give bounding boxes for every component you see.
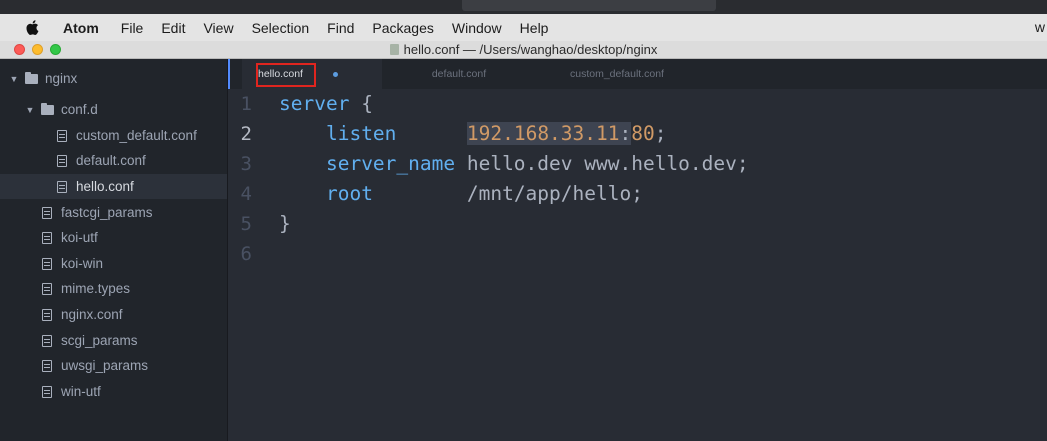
- file-text-icon: [55, 180, 69, 194]
- file-text-icon: [40, 282, 54, 296]
- tab-custom-default-conf[interactable]: custom_default.conf: [534, 59, 700, 89]
- tree-item-label: conf.d: [61, 102, 98, 117]
- code-value: /mnt/app/hello;: [372, 182, 643, 205]
- file-icon: [389, 44, 399, 55]
- file-text-icon: [55, 129, 69, 143]
- menu-view[interactable]: View: [194, 20, 242, 36]
- line-number: 6: [240, 243, 252, 265]
- tree-file-hello-conf[interactable]: hello.conf: [0, 174, 227, 199]
- tab-default-conf[interactable]: default.conf: [384, 59, 534, 89]
- window-title-bar: hello.conf — /Users/wanghao/desktop/ngin…: [0, 41, 1047, 59]
- menu-file[interactable]: File: [112, 20, 153, 36]
- folder-icon: [40, 102, 54, 117]
- top-strip-field: [462, 0, 716, 11]
- tree-item-label: nginx.conf: [61, 307, 123, 322]
- tree-item-label: koi-utf: [61, 230, 98, 245]
- tree-file-koi-utf[interactable]: koi-utf: [0, 225, 227, 250]
- menu-edit[interactable]: Edit: [152, 20, 194, 36]
- folder-icon: [24, 71, 38, 86]
- tree-file-nginx-conf[interactable]: nginx.conf: [0, 302, 227, 327]
- tab-bar-marker: [228, 59, 230, 89]
- file-text-icon: [55, 154, 69, 168]
- tab-label: default.conf: [431, 68, 487, 80]
- line-number-current: 2: [240, 123, 252, 145]
- menu-selection[interactable]: Selection: [243, 20, 319, 36]
- tab-label: custom_default.conf: [570, 68, 664, 80]
- menu-help[interactable]: Help: [511, 20, 558, 36]
- window-title-text: hello.conf — /Users/wanghao/desktop/ngin…: [403, 42, 658, 57]
- menu-packages[interactable]: Packages: [363, 20, 442, 36]
- file-text-icon: [40, 334, 54, 348]
- tree-item-label: koi-win: [61, 256, 104, 271]
- tree-item-label: fastcgi_params: [61, 205, 153, 220]
- code-line-3[interactable]: server_name hello.dev www.hello.dev;: [279, 149, 749, 179]
- file-text-icon: [40, 231, 54, 245]
- code-colon: :: [619, 122, 632, 145]
- tree-item-label: scgi_params: [61, 333, 138, 348]
- menubar-right-text[interactable]: w: [1035, 14, 1047, 41]
- tree-folder-nginx[interactable]: ▼ nginx: [0, 66, 227, 91]
- menu-bar: Atom File Edit View Selection Find Packa…: [0, 14, 1047, 41]
- file-text-icon: [40, 308, 54, 322]
- tree-item-label: nginx: [45, 71, 78, 86]
- code-line-1[interactable]: server {: [279, 89, 373, 119]
- tree-item-label: mime.types: [61, 281, 131, 296]
- tree-file-win-utf[interactable]: win-utf: [0, 379, 227, 404]
- file-text-icon: [40, 257, 54, 271]
- code-text: {: [349, 92, 373, 115]
- code-line-5[interactable]: }: [279, 209, 291, 239]
- menu-window[interactable]: Window: [443, 20, 511, 36]
- code-line-2[interactable]: listen 192.168.33.11:80;: [279, 119, 666, 149]
- file-text-icon: [40, 206, 54, 220]
- code-semicolon: ;: [654, 122, 667, 145]
- apple-icon[interactable]: [24, 20, 40, 35]
- line-number: 3: [240, 153, 252, 175]
- code-line-4[interactable]: root /mnt/app/hello;: [279, 179, 643, 209]
- code-keyword: root: [325, 182, 373, 205]
- tab-bar: hello.conf default.conf custom_default.c…: [228, 59, 1047, 89]
- top-strip: [0, 0, 1047, 14]
- tree-item-label: custom_default.conf: [76, 128, 197, 143]
- code-padding: [396, 122, 466, 145]
- file-text-icon: [40, 359, 54, 373]
- tree-file-custom-default-conf[interactable]: custom_default.conf: [0, 123, 227, 148]
- code-keyword: server: [279, 92, 350, 115]
- tree-item-label: hello.conf: [76, 179, 134, 194]
- code-keyword: listen: [325, 122, 397, 145]
- chevron-down-icon[interactable]: ▼: [25, 105, 35, 115]
- tree-file-fastcgi-params[interactable]: fastcgi_params: [0, 200, 227, 225]
- modified-dot-icon[interactable]: [333, 72, 338, 77]
- tree-view: ▼ nginx ▼ conf.d custom_default.conf def…: [0, 59, 228, 441]
- tree-file-uwsgi-params[interactable]: uwsgi_params: [0, 353, 227, 378]
- code-value: hello.dev www.hello.dev;: [455, 152, 749, 175]
- chevron-down-icon[interactable]: ▼: [9, 74, 19, 84]
- editor-pane: hello.conf default.conf custom_default.c…: [228, 59, 1047, 441]
- code-port: 80: [631, 122, 655, 145]
- tree-item-label: win-utf: [61, 384, 101, 399]
- tree-folder-conf-d[interactable]: ▼ conf.d: [0, 97, 227, 122]
- code-ip-address: 192.168.33.11: [466, 122, 620, 145]
- tree-file-koi-win[interactable]: koi-win: [0, 251, 227, 276]
- tree-file-default-conf[interactable]: default.conf: [0, 148, 227, 173]
- line-number: 1: [240, 93, 252, 115]
- tree-file-mime-types[interactable]: mime.types: [0, 276, 227, 301]
- file-text-icon: [40, 385, 54, 399]
- tree-item-label: default.conf: [76, 153, 146, 168]
- menu-find[interactable]: Find: [318, 20, 363, 36]
- line-number: 5: [240, 213, 252, 235]
- window-title: hello.conf — /Users/wanghao/desktop/ngin…: [0, 41, 1047, 58]
- menu-atom[interactable]: Atom: [54, 20, 112, 36]
- tree-item-label: uwsgi_params: [61, 358, 149, 373]
- tree-file-scgi-params[interactable]: scgi_params: [0, 328, 227, 353]
- code-keyword: server_name: [325, 152, 456, 175]
- line-number: 4: [240, 183, 252, 205]
- highlight-annotation-box: [256, 63, 316, 87]
- code-text: }: [279, 212, 291, 235]
